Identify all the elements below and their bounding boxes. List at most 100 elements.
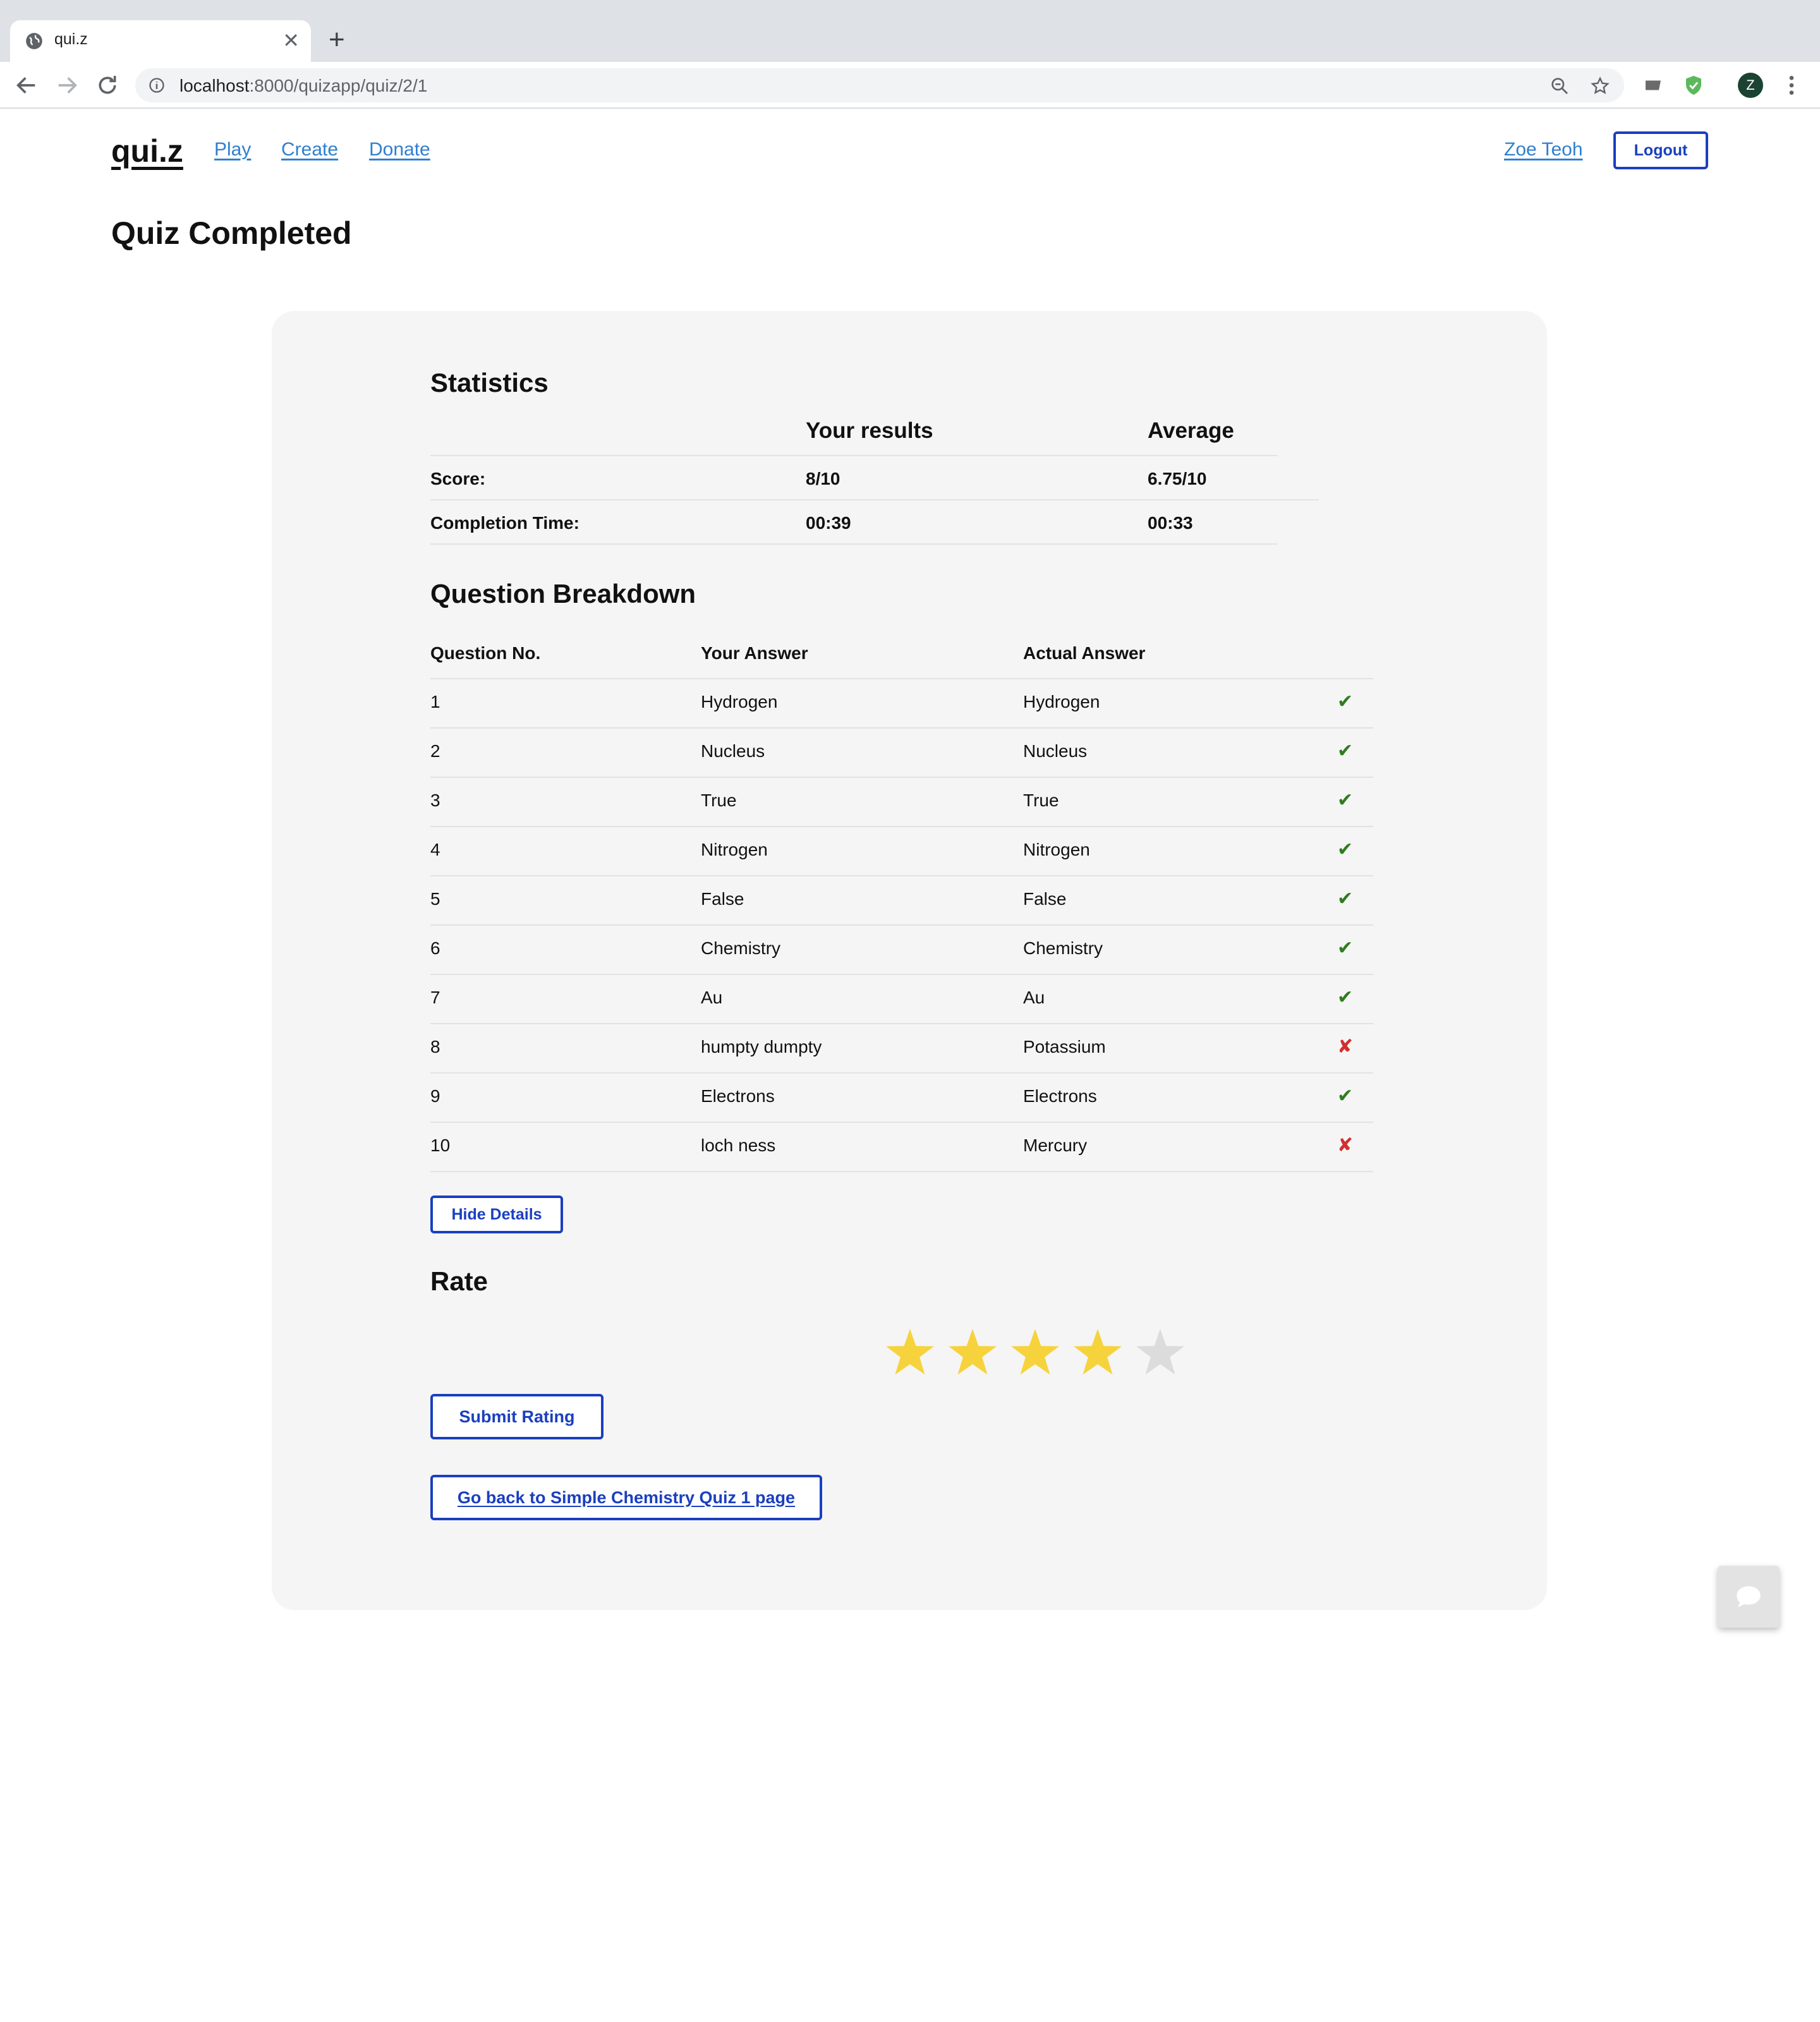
divider [430,678,1373,679]
correct-check-icon: ✔ [1337,938,1354,959]
browser-tab[interactable]: qui.z ✕ [10,20,311,62]
profile-avatar[interactable]: Z [1738,73,1763,98]
globe-icon [26,33,42,49]
actual-answer: False [1023,889,1067,909]
actual-answer: Nucleus [1023,741,1088,761]
address-bar[interactable]: localhost:8000/quizapp/quiz/2/1 [135,68,1624,102]
correct-check-icon: ✔ [1337,790,1354,811]
stats-score-average: 6.75/10 [1148,469,1207,488]
stats-col-your-results: Your results [806,418,933,443]
shield-icon[interactable] [1682,74,1705,97]
rating-star-icon[interactable] [1011,1329,1059,1375]
divider [430,455,1277,456]
extension-icon[interactable] [1642,74,1665,97]
your-answer: True [701,790,737,810]
tab-title: qui.z [54,30,88,48]
divider [430,1072,1373,1074]
divider [430,1171,1373,1172]
submit-rating-button[interactable]: Submit Rating [430,1394,604,1439]
bookmark-star-icon[interactable] [1590,76,1610,96]
actual-answer: Chemistry [1023,938,1103,958]
stats-row-label: Completion Time: [430,513,579,533]
divider [430,777,1373,778]
divider [430,826,1373,827]
your-answer: Electrons [701,1086,775,1106]
question-number: 8 [430,1037,440,1056]
col-your-answer: Your Answer [701,643,808,663]
divider [430,543,1277,545]
question-number: 3 [430,790,440,810]
divider [430,924,1373,926]
back-arrow-icon[interactable] [14,73,39,98]
info-icon[interactable] [148,76,166,94]
your-answer: Nucleus [701,741,765,761]
zoom-icon[interactable] [1550,76,1570,96]
actual-answer: Au [1023,988,1045,1007]
results-card: Statistics Your results Average Score: 8… [272,311,1547,1610]
stats-time-yours: 00:39 [806,513,851,533]
your-answer: Au [701,988,723,1007]
back-to-quiz-button[interactable]: Go back to Simple Chemistry Quiz 1 page [430,1475,822,1520]
url-host: localhost [179,76,250,95]
actual-answer: Mercury [1023,1135,1088,1155]
question-number: 2 [430,741,440,761]
rating-star-icon[interactable] [949,1329,997,1375]
stats-row-label: Score: [430,469,486,488]
divider [430,727,1373,729]
correct-check-icon: ✔ [1337,839,1354,860]
url-text: localhost:8000/quizapp/quiz/2/1 [179,76,427,96]
rate-heading: Rate [430,1266,488,1296]
question-number: 9 [430,1086,440,1106]
actual-answer: True [1023,790,1059,810]
wrong-cross-icon: ✘ [1337,1036,1354,1057]
question-number: 4 [430,840,440,859]
stats-time-average: 00:33 [1148,513,1193,533]
stats-score-yours: 8/10 [806,469,840,488]
actual-answer: Potassium [1023,1037,1106,1056]
correct-check-icon: ✔ [1337,888,1354,909]
actual-answer: Electrons [1023,1086,1097,1106]
col-question-no: Question No. [430,643,541,663]
new-tab-icon[interactable]: + [329,24,345,56]
divider [430,1023,1373,1024]
rating-star-icon[interactable] [886,1329,934,1375]
correct-check-icon: ✔ [1337,691,1354,712]
your-answer: humpty dumpty [701,1037,822,1056]
star-rating[interactable] [885,1324,1201,1381]
close-tab-icon[interactable]: ✕ [282,29,300,52]
breakdown-heading: Question Breakdown [430,579,696,608]
your-answer: Nitrogen [701,840,768,859]
rating-star-icon[interactable] [1136,1329,1184,1375]
user-profile-link[interactable]: Zoe Teoh [1504,139,1583,160]
divider [430,499,1319,500]
rating-star-icon[interactable] [1074,1329,1122,1375]
correct-check-icon: ✔ [1337,1086,1354,1106]
chat-bubble-icon [1737,1586,1761,1607]
your-answer: Chemistry [701,938,781,958]
logout-button[interactable]: Logout [1613,131,1708,169]
your-answer: loch ness [701,1135,776,1155]
actual-answer: Hydrogen [1023,692,1100,711]
forward-arrow-icon[interactable] [54,73,80,98]
question-number: 6 [430,938,440,958]
your-answer: False [701,889,744,909]
question-number: 5 [430,889,440,909]
browser-toolbar: localhost:8000/quizapp/quiz/2/1 Z [0,62,1820,109]
nav-create[interactable]: Create [281,139,338,160]
browser-tab-bar: qui.z ✕ + [0,0,1820,62]
correct-check-icon: ✔ [1337,987,1354,1008]
correct-check-icon: ✔ [1337,741,1354,761]
hide-details-button[interactable]: Hide Details [430,1196,563,1233]
site-logo[interactable]: qui.z [111,133,183,169]
menu-dots-icon[interactable] [1782,73,1801,98]
chat-button[interactable] [1718,1566,1780,1628]
nav-donate[interactable]: Donate [369,139,430,160]
nav-play[interactable]: Play [214,139,251,160]
reload-icon[interactable] [95,73,120,98]
page-title: Quiz Completed [111,215,352,251]
question-number: 7 [430,988,440,1007]
stats-col-average: Average [1148,418,1234,443]
divider [430,875,1373,876]
your-answer: Hydrogen [701,692,778,711]
wrong-cross-icon: ✘ [1337,1135,1354,1156]
